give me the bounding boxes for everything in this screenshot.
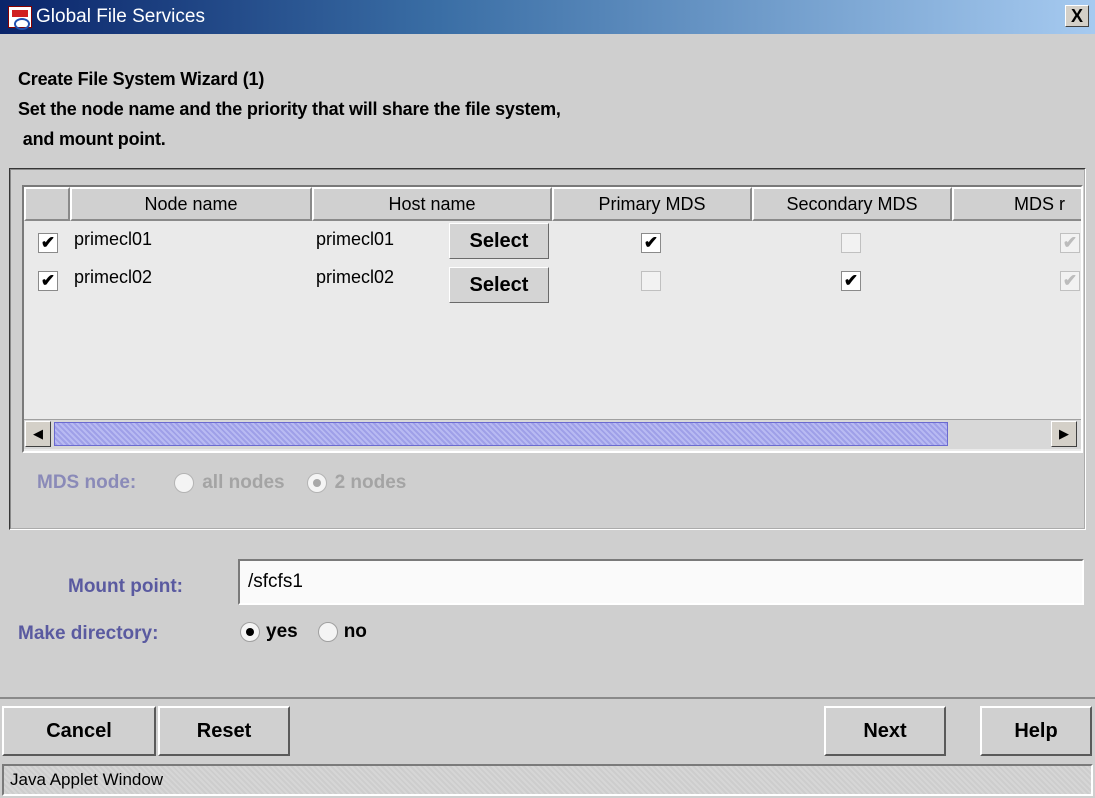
check-icon: ✔ xyxy=(843,271,859,290)
radio-no-label: no xyxy=(343,621,367,642)
secondary-mds-checkbox[interactable] xyxy=(841,233,861,253)
host-name-cell: primecl01 xyxy=(316,229,395,249)
radio-all-nodes[interactable] xyxy=(174,473,195,493)
make-directory-group: yes no xyxy=(240,621,367,643)
mds-node-label: MDS node: xyxy=(37,472,137,493)
scroll-right-button[interactable]: ▶ xyxy=(1051,421,1077,447)
status-bar: Java Applet Window xyxy=(2,764,1093,796)
next-button[interactable]: Next xyxy=(824,706,946,756)
title-bar: Global File Services X xyxy=(0,0,1095,34)
check-icon: ✔ xyxy=(1062,233,1078,252)
help-button[interactable]: Help xyxy=(980,706,1092,756)
radio-no[interactable] xyxy=(317,622,338,642)
check-icon: ✔ xyxy=(40,233,56,252)
button-bar: Cancel Reset Next Help xyxy=(0,697,1095,759)
scroll-left-button[interactable]: ◀ xyxy=(25,421,51,447)
select-host-button[interactable]: Select xyxy=(449,267,549,303)
make-directory-label: Make directory: xyxy=(18,623,159,644)
check-icon: ✔ xyxy=(1062,271,1078,290)
wizard-instructions-2: and mount point. xyxy=(18,129,166,149)
window-title: Global File Services xyxy=(36,6,205,27)
check-icon: ✔ xyxy=(40,271,56,290)
column-header-primary-mds[interactable]: Primary MDS xyxy=(552,187,752,221)
node-name-cell: primecl01 xyxy=(74,229,153,249)
wizard-title: Create File System Wizard (1) xyxy=(18,69,265,89)
radio-yes[interactable] xyxy=(240,622,260,642)
close-button[interactable]: X xyxy=(1065,5,1089,27)
host-name-cell: primecl02 xyxy=(316,267,395,287)
column-header-host-name[interactable]: Host name xyxy=(312,187,552,221)
table-row[interactable]: ✔ primecl02 primecl02 Select ✔ ✔ xyxy=(24,267,1081,309)
horizontal-scrollbar[interactable]: ◀ ▶ xyxy=(24,419,1081,449)
node-table: Node name Host name Primary MDS Secondar… xyxy=(22,185,1083,453)
reset-button[interactable]: Reset xyxy=(158,706,290,756)
radio-all-nodes-label: all nodes xyxy=(202,472,285,493)
wizard-instructions-1: Set the node name and the priority that … xyxy=(18,99,561,119)
mds-r-checkbox[interactable]: ✔ xyxy=(1060,271,1080,291)
column-header-node-name[interactable]: Node name xyxy=(70,187,312,221)
primary-mds-checkbox[interactable] xyxy=(641,271,661,291)
arrow-right-icon: ▶ xyxy=(1059,426,1069,441)
radio-yes-label: yes xyxy=(266,621,298,642)
app-icon xyxy=(8,6,32,30)
row-checkbox[interactable]: ✔ xyxy=(38,233,58,253)
mds-node-group: MDS node: all nodes 2 nodes xyxy=(37,472,406,494)
cancel-button[interactable]: Cancel xyxy=(2,706,156,756)
select-host-button[interactable]: Select xyxy=(449,223,549,259)
check-icon: ✔ xyxy=(643,233,659,252)
radio-2-nodes[interactable] xyxy=(306,473,327,493)
column-header-check[interactable] xyxy=(24,187,70,221)
table-row[interactable]: ✔ primecl01 primecl01 Select ✔ ✔ xyxy=(24,221,1081,263)
mount-point-input[interactable]: /sfcfs1 xyxy=(238,559,1084,605)
column-header-mds-r[interactable]: MDS r xyxy=(952,187,1081,221)
arrow-left-icon: ◀ xyxy=(33,426,43,441)
wizard-header: Create File System Wizard (1) Set the no… xyxy=(18,64,561,154)
node-name-cell: primecl02 xyxy=(74,267,153,287)
scroll-thumb[interactable] xyxy=(54,422,948,446)
column-header-secondary-mds[interactable]: Secondary MDS xyxy=(752,187,952,221)
mds-r-checkbox[interactable]: ✔ xyxy=(1060,233,1080,253)
table-header: Node name Host name Primary MDS Secondar… xyxy=(24,187,1081,221)
close-icon: X xyxy=(1070,6,1083,26)
radio-2-nodes-label: 2 nodes xyxy=(334,472,407,493)
row-checkbox[interactable]: ✔ xyxy=(38,271,58,291)
mount-point-label: Mount point: xyxy=(68,576,184,597)
secondary-mds-checkbox[interactable]: ✔ xyxy=(841,271,861,291)
primary-mds-checkbox[interactable]: ✔ xyxy=(641,233,661,253)
